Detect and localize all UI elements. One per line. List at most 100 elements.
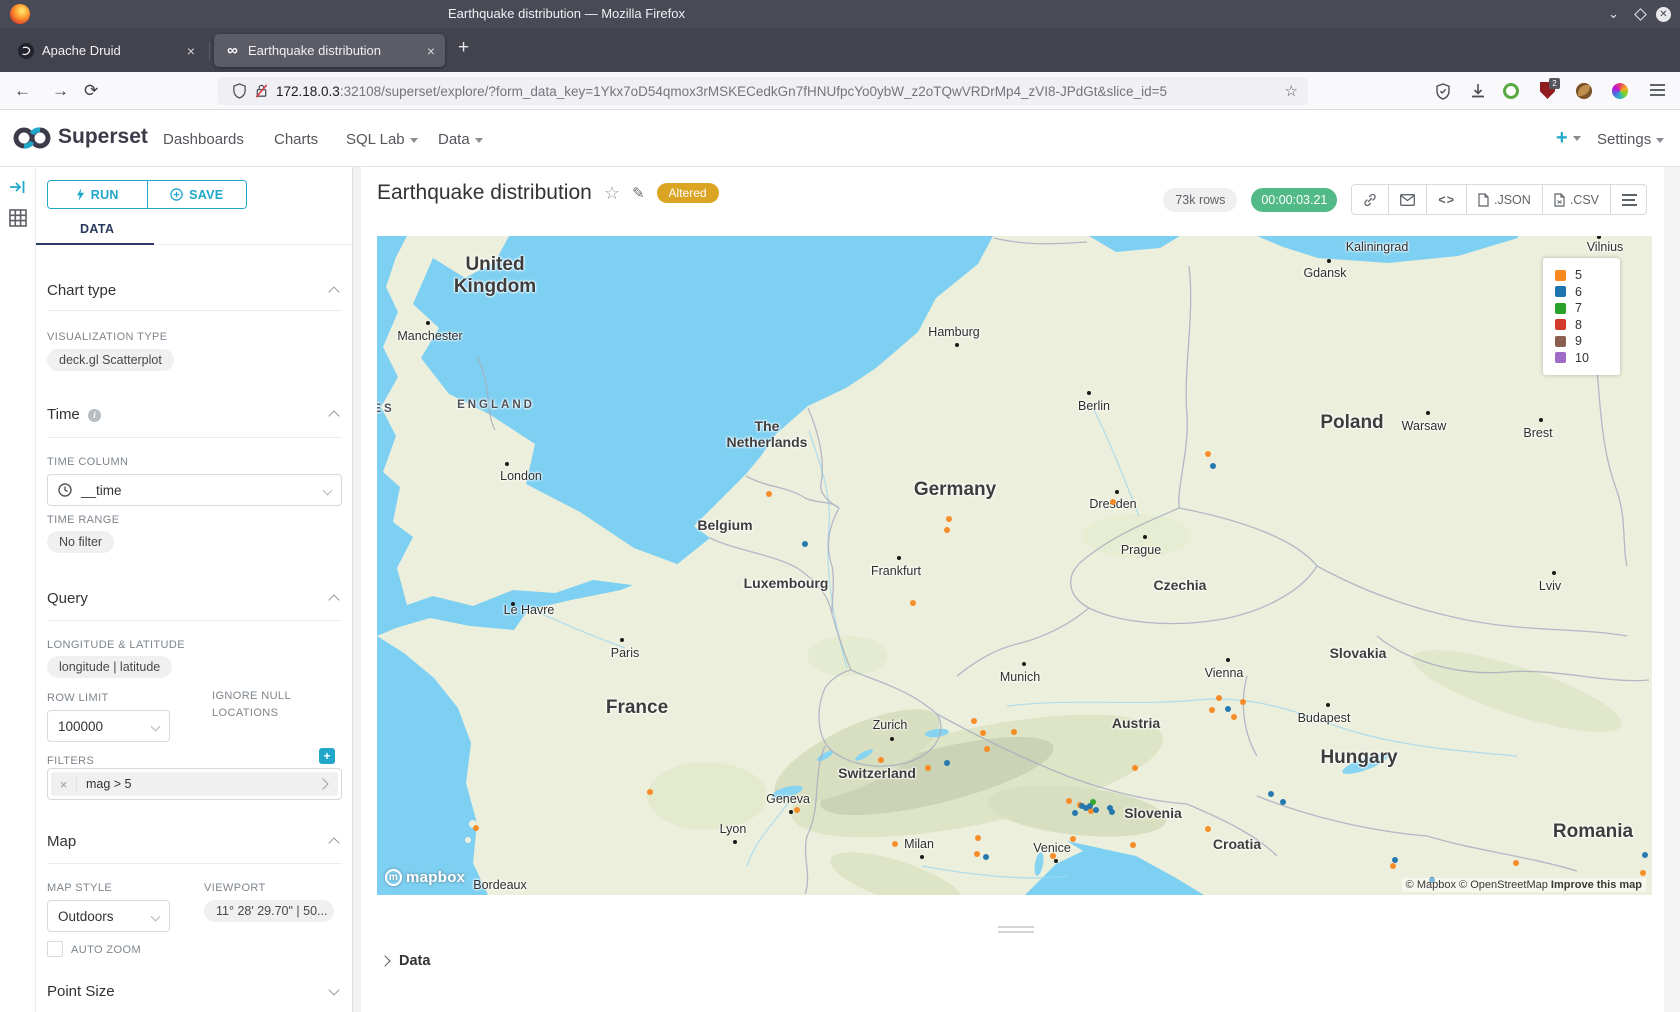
earthquake-point[interactable] bbox=[1130, 842, 1136, 848]
tab-close-icon[interactable]: × bbox=[175, 43, 195, 59]
superset-logo-icon[interactable] bbox=[12, 125, 52, 156]
nav-charts[interactable]: Charts bbox=[274, 131, 318, 148]
earthquake-point[interactable] bbox=[1066, 798, 1072, 804]
add-new-button[interactable]: + bbox=[1556, 127, 1581, 150]
earthquake-point[interactable] bbox=[946, 516, 952, 522]
chevron-right-icon[interactable] bbox=[317, 778, 328, 789]
earthquake-point[interactable] bbox=[944, 527, 950, 533]
section-point-size[interactable]: Point Size bbox=[47, 983, 115, 1000]
earthquake-point[interactable] bbox=[892, 841, 898, 847]
brand-name[interactable]: Superset bbox=[58, 125, 148, 149]
insecure-lock-icon[interactable] bbox=[250, 80, 272, 102]
auto-zoom-checkbox[interactable] bbox=[47, 941, 63, 957]
earthquake-point[interactable] bbox=[473, 825, 479, 831]
earthquake-point[interactable] bbox=[971, 718, 977, 724]
earthquake-point[interactable] bbox=[1090, 799, 1096, 805]
time-column-select[interactable]: __time bbox=[47, 474, 342, 506]
run-button[interactable]: RUN bbox=[48, 181, 148, 208]
chevron-up-icon[interactable] bbox=[328, 410, 339, 421]
earthquake-point[interactable] bbox=[802, 541, 808, 547]
earthquake-point[interactable] bbox=[1392, 857, 1398, 863]
maximize-button[interactable] bbox=[1634, 8, 1647, 21]
reload-button[interactable]: ⟳ bbox=[84, 72, 98, 110]
earthquake-point[interactable] bbox=[1513, 860, 1519, 866]
earthquake-point[interactable] bbox=[1072, 810, 1078, 816]
downloads-icon[interactable] bbox=[1467, 80, 1489, 102]
earthquake-point[interactable] bbox=[1050, 853, 1056, 859]
data-panel-toggle[interactable]: Data bbox=[381, 953, 430, 969]
section-chart-type[interactable]: Chart type bbox=[47, 282, 116, 299]
tracking-protection-shield-icon[interactable] bbox=[228, 80, 250, 102]
attribution-improve-link[interactable]: Improve this map bbox=[1551, 879, 1642, 891]
time-range-value[interactable]: No filter bbox=[47, 531, 114, 553]
earthquake-point[interactable] bbox=[1240, 699, 1246, 705]
url-bar[interactable]: 172.18.0.3 :32108/superset/explore/?form… bbox=[218, 77, 1308, 105]
earthquake-point[interactable] bbox=[1109, 809, 1115, 815]
copy-link-button[interactable] bbox=[1352, 185, 1389, 214]
tab-close-icon[interactable]: × bbox=[415, 43, 435, 59]
earthquake-point[interactable] bbox=[1070, 836, 1076, 842]
viz-type-value[interactable]: deck.gl Scatterplot bbox=[47, 349, 174, 371]
settings-menu[interactable]: Settings bbox=[1597, 131, 1664, 148]
section-time[interactable]: Time bbox=[47, 406, 80, 423]
earthquake-point[interactable] bbox=[1205, 826, 1211, 832]
tab-earthquake-distribution[interactable]: ∞ Earthquake distribution × bbox=[214, 34, 445, 67]
info-icon[interactable]: i bbox=[88, 409, 101, 422]
earthquake-point[interactable] bbox=[647, 789, 653, 795]
earthquake-point[interactable] bbox=[1231, 714, 1237, 720]
chevron-up-icon[interactable] bbox=[328, 594, 339, 605]
earthquake-point[interactable] bbox=[1390, 863, 1396, 869]
earthquake-point[interactable] bbox=[974, 851, 980, 857]
filter-chip[interactable]: × mag > 5 bbox=[51, 772, 338, 796]
lonlat-value[interactable]: longitude | latitude bbox=[47, 656, 172, 678]
bookmark-star-icon[interactable]: ☆ bbox=[1285, 82, 1298, 100]
earthquake-point[interactable] bbox=[1216, 695, 1222, 701]
embed-code-button[interactable]: <> bbox=[1427, 185, 1467, 214]
earthquake-point[interactable] bbox=[1642, 852, 1648, 858]
nav-data[interactable]: Data bbox=[438, 131, 483, 148]
earthquake-point[interactable] bbox=[1268, 791, 1274, 797]
earthquake-point[interactable] bbox=[983, 854, 989, 860]
earthquake-point[interactable] bbox=[794, 807, 800, 813]
earthquake-point[interactable] bbox=[980, 730, 986, 736]
expand-datasource-icon[interactable] bbox=[9, 179, 27, 200]
earthquake-point[interactable] bbox=[975, 835, 981, 841]
mapbox-logo[interactable]: m mapbox bbox=[385, 869, 465, 886]
chevron-up-icon[interactable] bbox=[328, 837, 339, 848]
earthquake-point[interactable] bbox=[944, 760, 950, 766]
back-button[interactable]: ← bbox=[14, 72, 31, 110]
remove-filter-icon[interactable]: × bbox=[51, 777, 77, 792]
tab-apache-druid[interactable]: Apache Druid × bbox=[8, 34, 205, 67]
tab-data[interactable]: DATA bbox=[80, 222, 114, 236]
resize-handle[interactable] bbox=[998, 926, 1034, 933]
edit-title-icon[interactable]: ✎ bbox=[632, 184, 645, 202]
earthquake-point[interactable] bbox=[984, 746, 990, 752]
chevron-down-icon[interactable] bbox=[328, 984, 339, 995]
close-button[interactable]: ✕ bbox=[1656, 7, 1671, 22]
earthquake-point[interactable] bbox=[1225, 706, 1231, 712]
attribution-osm[interactable]: © OpenStreetMap bbox=[1459, 879, 1548, 891]
earthquake-point[interactable] bbox=[1011, 729, 1017, 735]
earthquake-point[interactable] bbox=[878, 757, 884, 763]
extension-green-icon[interactable] bbox=[1503, 83, 1519, 99]
earthquake-point[interactable] bbox=[1280, 799, 1286, 805]
save-button[interactable]: SAVE bbox=[148, 181, 247, 208]
cookie-extension-icon[interactable] bbox=[1576, 83, 1592, 99]
map-style-select[interactable]: Outdoors bbox=[47, 900, 170, 932]
menu-icon[interactable] bbox=[1650, 89, 1665, 91]
altered-badge[interactable]: Altered bbox=[657, 183, 719, 203]
earthquake-point[interactable] bbox=[766, 491, 772, 497]
viewport-value[interactable]: 11° 28' 29.70" | 50... bbox=[204, 900, 334, 922]
chart-title[interactable]: Earthquake distribution bbox=[377, 181, 592, 205]
earthquake-point[interactable] bbox=[1205, 451, 1211, 457]
row-limit-select[interactable]: 100000 bbox=[47, 710, 170, 742]
datasource-grid-icon[interactable] bbox=[9, 209, 27, 232]
protections-shield-icon[interactable] bbox=[1432, 80, 1454, 102]
section-map[interactable]: Map bbox=[47, 833, 76, 850]
more-options-button[interactable] bbox=[1611, 185, 1646, 214]
pinwheel-extension-icon[interactable] bbox=[1612, 83, 1628, 99]
earthquake-point[interactable] bbox=[925, 765, 931, 771]
attribution-mapbox[interactable]: © Mapbox bbox=[1406, 879, 1456, 891]
export-json-button[interactable]: .JSON bbox=[1467, 185, 1543, 214]
earthquake-point[interactable] bbox=[1132, 765, 1138, 771]
